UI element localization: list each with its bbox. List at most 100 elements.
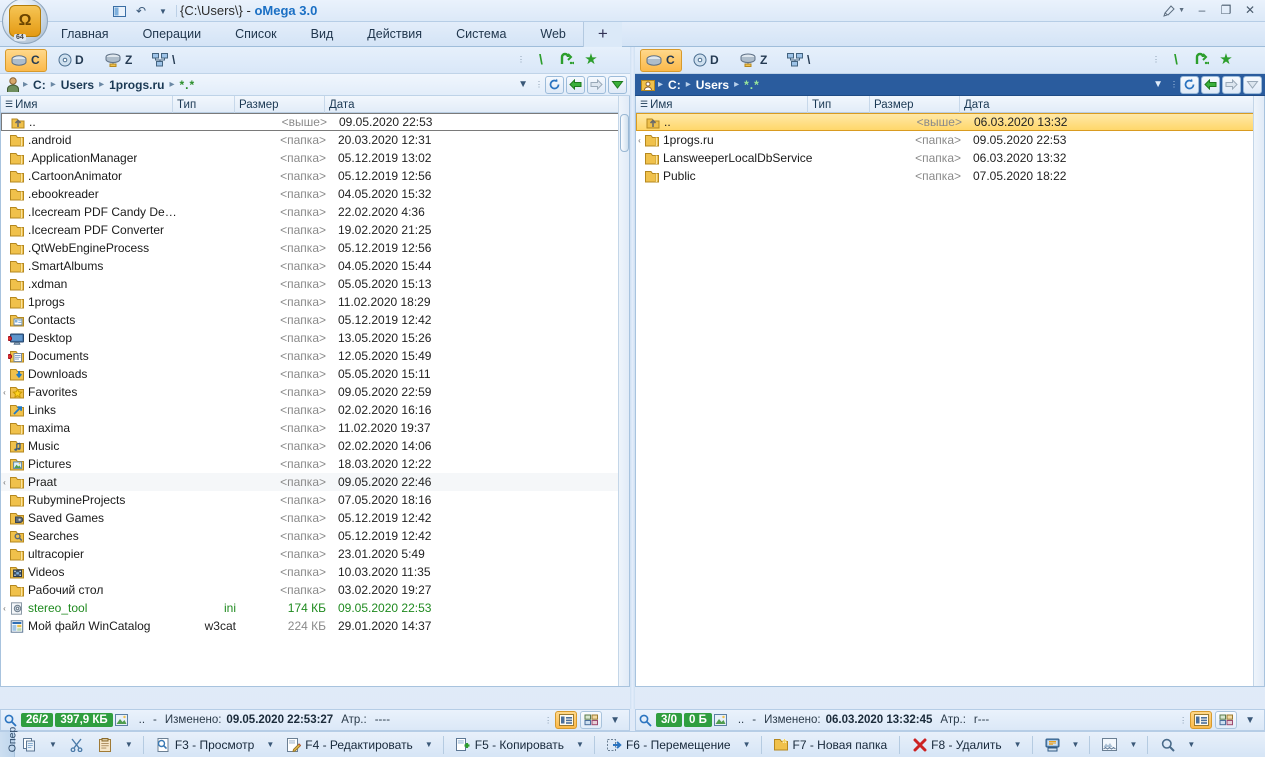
left-col-type[interactable]: Тип [173, 96, 235, 113]
table-row[interactable]: maxima<папка>11.02.2020 19:37 [1, 419, 629, 437]
left-scroll-thumb[interactable] [620, 114, 629, 152]
left-history-button[interactable] [608, 76, 627, 94]
root-backslash-icon[interactable]: \ [1167, 50, 1185, 68]
table-row[interactable]: Contacts<папка>05.12.2019 12:42 [1, 311, 629, 329]
app-logo-button[interactable]: Ω [2, 0, 48, 44]
paste-button[interactable] [91, 734, 120, 756]
table-row[interactable]: Мой файл WinCatalogw3cat224 КБ29.01.2020… [1, 617, 629, 635]
table-row[interactable]: ‹stereo_toolini174 КБ09.05.2020 22:53 [1, 599, 629, 617]
tab-web[interactable]: Web [523, 22, 582, 47]
left-crumb-drive[interactable]: C: [29, 78, 50, 92]
table-row[interactable]: Videos<папка>10.03.2020 11:35 [1, 563, 629, 581]
table-row[interactable]: .ApplicationManager<папка>05.12.2019 13:… [1, 149, 629, 167]
chevron-down-icon[interactable]: ▼ [154, 3, 172, 20]
up-level-icon[interactable] [557, 50, 575, 68]
compare-button-dropdown-icon[interactable]: ▼ [1124, 740, 1142, 749]
table-row[interactable]: ..<выше>09.05.2020 22:53 [1, 113, 629, 131]
undo-icon[interactable]: ↶ [132, 3, 150, 20]
close-button[interactable]: ✕ [1239, 1, 1261, 19]
table-row[interactable]: .SmartAlbums<папка>04.05.2020 15:44 [1, 257, 629, 275]
tab-deystviya[interactable]: Действия [350, 22, 439, 47]
favorites-star-icon[interactable]: ★ [1217, 50, 1235, 68]
right-vertical-scrollbar[interactable] [1253, 96, 1264, 686]
left-crumb-filter-mask[interactable]: *.* [176, 78, 200, 92]
tab-sistema[interactable]: Система [439, 22, 523, 47]
tab-operacii[interactable]: Операции [126, 22, 218, 47]
ftp-button[interactable] [1038, 734, 1067, 756]
table-row[interactable]: .Icecream PDF Converter<папка>19.02.2020… [1, 221, 629, 239]
table-row[interactable]: ..<выше>06.03.2020 13:32 [636, 113, 1264, 131]
help-icon[interactable]: ▼ [1163, 4, 1185, 17]
right-view-dropdown-icon[interactable]: ▼ [1240, 715, 1260, 726]
right-back-button[interactable] [1201, 76, 1220, 94]
right-history-button[interactable] [1243, 76, 1262, 94]
table-row[interactable]: .android<папка>20.03.2020 12:31 [1, 131, 629, 149]
right-file-list[interactable]: ☰ Имя Тип Размер Дата ..<выше>06.03.2020… [635, 96, 1265, 687]
left-back-button[interactable] [566, 76, 585, 94]
left-refresh-button[interactable] [545, 76, 564, 94]
f8-delete-button-dropdown-icon[interactable]: ▼ [1009, 740, 1027, 749]
left-drive-c[interactable]: C [5, 49, 47, 72]
f5-copy-button-dropdown-icon[interactable]: ▼ [571, 740, 589, 749]
right-drive-z[interactable]: Z [734, 49, 776, 72]
users-folder-icon[interactable] [639, 76, 657, 94]
maximize-button[interactable]: ❐ [1215, 1, 1237, 19]
left-details-view-button[interactable] [555, 711, 577, 729]
tab-spisok[interactable]: Список [218, 22, 294, 47]
right-refresh-button[interactable] [1180, 76, 1199, 94]
left-drive-d[interactable]: D [52, 49, 94, 72]
right-crumb-users[interactable]: Users [692, 78, 733, 92]
compare-button[interactable] [1095, 734, 1124, 756]
user-profile-icon[interactable] [4, 76, 22, 94]
right-details-view-button[interactable] [1190, 711, 1212, 729]
table-row[interactable]: LansweeperLocalDbService<папка>06.03.202… [636, 149, 1264, 167]
up-level-icon[interactable] [1192, 50, 1210, 68]
minimize-button[interactable]: – [1191, 1, 1213, 19]
right-thumbnails-view-button[interactable] [1215, 711, 1237, 729]
root-backslash-icon[interactable]: \ [532, 50, 550, 68]
table-row[interactable]: ‹Favorites<папка>09.05.2020 22:59 [1, 383, 629, 401]
table-row[interactable]: RubymineProjects<папка>07.05.2020 18:16 [1, 491, 629, 509]
table-row[interactable]: Public<папка>07.05.2020 18:22 [636, 167, 1264, 185]
table-row[interactable]: Music<папка>02.02.2020 14:06 [1, 437, 629, 455]
add-tab-button[interactable]: + [583, 22, 622, 47]
f8-delete-button[interactable]: F8 - Удалить [905, 734, 1008, 756]
left-crumb-users[interactable]: Users [57, 78, 98, 92]
right-crumb-drive[interactable]: C: [664, 78, 685, 92]
right-drive-network[interactable]: \ [781, 49, 823, 72]
f4-edit-button[interactable]: F4 - Редактировать [279, 734, 420, 756]
f6-move-button-dropdown-icon[interactable]: ▼ [738, 740, 756, 749]
table-row[interactable]: ‹Praat<папка>09.05.2020 22:46 [1, 473, 629, 491]
table-row[interactable]: .xdman<папка>05.05.2020 15:13 [1, 275, 629, 293]
left-col-date[interactable]: Дата [325, 96, 629, 113]
right-col-type[interactable]: Тип [808, 96, 870, 113]
ftp-button-dropdown-icon[interactable]: ▼ [1067, 740, 1085, 749]
favorites-star-icon[interactable]: ★ [582, 50, 600, 68]
table-row[interactable]: .QtWebEngineProcess<папка>05.12.2019 12:… [1, 239, 629, 257]
right-path-dropdown-icon[interactable]: ▼ [1148, 79, 1168, 90]
f3-view-button-dropdown-icon[interactable]: ▼ [261, 740, 279, 749]
table-row[interactable]: Links<папка>02.02.2020 16:16 [1, 401, 629, 419]
right-col-name[interactable]: ☰ Имя [636, 96, 808, 113]
f5-copy-button[interactable]: F5 - Копировать [449, 734, 571, 756]
f3-view-button[interactable]: F3 - Просмотр [149, 734, 261, 756]
table-row[interactable]: Pictures<папка>18.03.2020 12:22 [1, 455, 629, 473]
left-drive-z[interactable]: Z [99, 49, 141, 72]
right-drive-c[interactable]: C [640, 49, 682, 72]
search-button-dropdown-icon[interactable]: ▼ [1182, 740, 1200, 749]
left-file-list[interactable]: ☰ Имя Тип Размер Дата ..<выше>09.05.2020… [0, 96, 630, 687]
left-col-size[interactable]: Размер [235, 96, 325, 113]
copy-clipboard-button-dropdown-icon[interactable]: ▼ [44, 740, 62, 749]
tab-vid[interactable]: Вид [294, 22, 351, 47]
f6-move-button[interactable]: F6 - Перемещение [600, 734, 738, 756]
table-row[interactable]: ultracopier<папка>23.01.2020 5:49 [1, 545, 629, 563]
table-row[interactable]: Saved Games<папка>05.12.2019 12:42 [1, 509, 629, 527]
table-row[interactable]: Documents<папка>12.05.2020 15:49 [1, 347, 629, 365]
tab-glavnaya[interactable]: Главная [44, 22, 126, 47]
left-thumbnails-view-button[interactable] [580, 711, 602, 729]
cut-button[interactable] [62, 734, 91, 756]
table-row[interactable]: .CartoonAnimator<папка>05.12.2019 12:56 [1, 167, 629, 185]
table-row[interactable]: .ebookreader<папка>04.05.2020 15:32 [1, 185, 629, 203]
left-forward-button[interactable] [587, 76, 606, 94]
f4-edit-button-dropdown-icon[interactable]: ▼ [420, 740, 438, 749]
